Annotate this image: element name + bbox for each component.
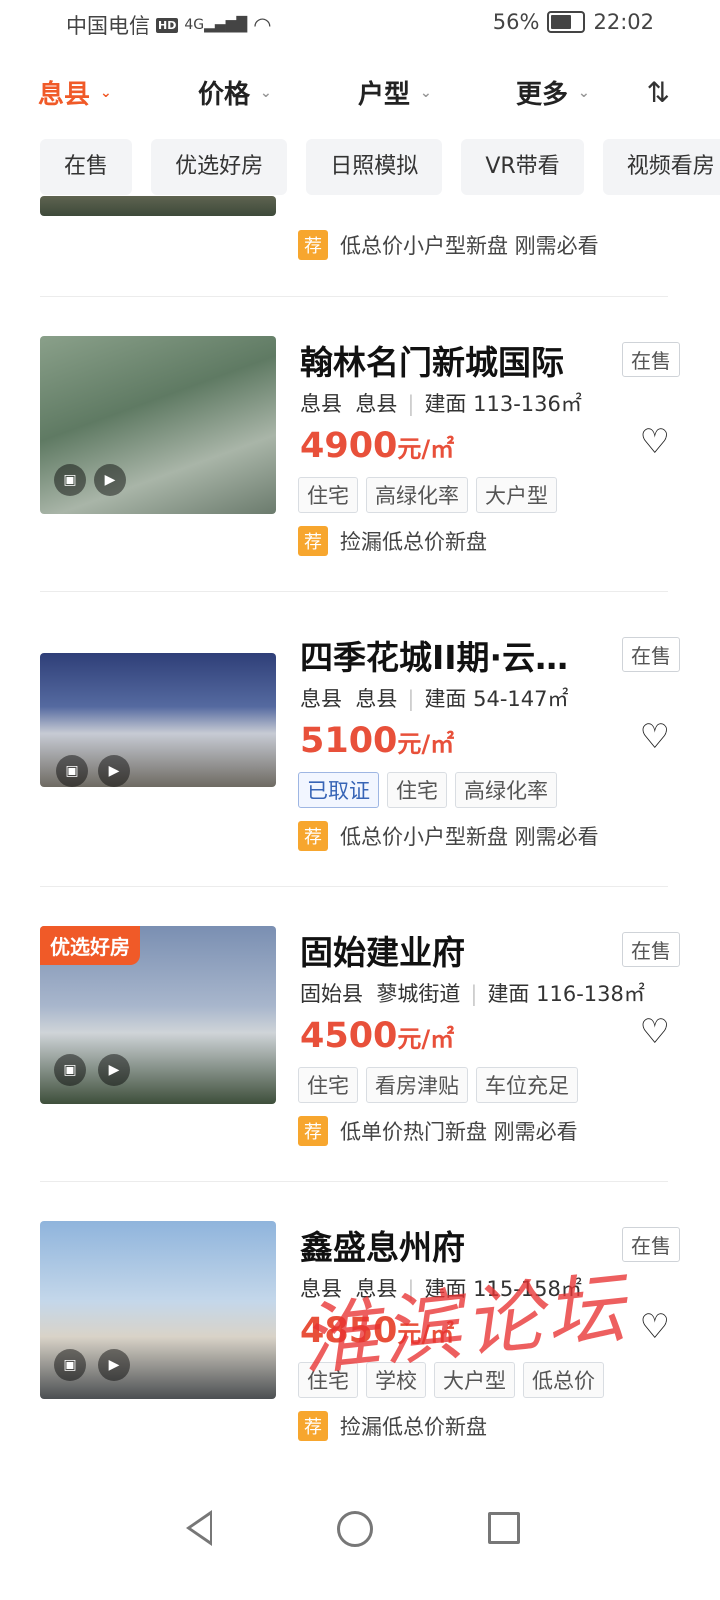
recommend-icon: 荐 [298,230,328,260]
listing-title: 四季花城II期·云竹… [300,638,600,677]
chevron-down-icon: ⌄ [100,84,112,101]
listing-card[interactable]: ▣ ▶ 四季花城II期·云竹… 在售 息县 息县 | 建面 54-147㎡ 5100… [40,631,680,861]
battery-icon [547,11,586,33]
divider [40,591,668,592]
listing-location: 固始县 蓼城街道 | 建面 116-138㎡ [300,982,645,1006]
filter-more[interactable]: 更多 ⌄ [516,74,590,111]
clock: 22:02 [593,10,654,34]
certified-tag: 已取证 [298,772,379,808]
tag: 高绿化率 [366,477,468,513]
gallery-icon: ▣ [54,1349,86,1381]
listing-price: 4900元/㎡ [300,426,455,466]
tag: 车位充足 [476,1067,578,1103]
chip-video-tour[interactable]: 视频看房 [602,139,720,195]
listing-card[interactable]: ▣ ▶ 翰林名门新城国际 在售 息县 息县 | 建面 113-136㎡ 4900元/… [40,336,680,566]
listing-price: 4500元/㎡ [300,1016,455,1056]
listing-card[interactable]: 优选好房 ▣ ▶ 固始建业府 在售 固始县 蓼城街道 | 建面 116-138㎡ 4… [40,926,680,1156]
tag: 低总价 [523,1362,604,1398]
status-badge: 在售 [622,1227,680,1262]
carrier-label: 中国电信 [66,14,150,38]
heart-icon[interactable]: ♡ [640,422,670,462]
status-badge: 在售 [622,342,680,377]
divider [40,1181,668,1182]
heart-icon[interactable]: ♡ [640,717,670,757]
sort-icon[interactable]: ⇅ [647,76,670,109]
chip-sunlight-sim[interactable]: 日照模拟 [306,139,443,195]
featured-badge: 优选好房 [40,926,140,965]
chevron-down-icon: ⌄ [578,84,590,101]
tag: 大户型 [476,477,557,513]
gallery-icon: ▣ [56,755,88,787]
divider [40,296,668,297]
listing-title: 固始建业府 [300,933,465,972]
listing-location: 息县 息县 | 建面 113-136㎡ [300,392,582,416]
chip-selected-homes[interactable]: 优选好房 [151,139,288,195]
tag: 高绿化率 [455,772,557,808]
filter-layout[interactable]: 户型 ⌄ [358,74,432,111]
tag-list: 已取证 住宅 高绿化率 [298,772,557,808]
chip-vr-tour[interactable]: VR带看 [461,139,584,195]
listing-image: 优选好房 ▣ ▶ [40,926,276,1104]
recommend-icon: 荐 [298,1411,328,1441]
quick-filter-chips: 在售 优选好房 日照模拟 VR带看 视频看房 [40,139,720,195]
tag: 住宅 [387,772,447,808]
back-icon-inner [191,1515,210,1541]
battery-percent: 56% [492,10,540,34]
home-icon[interactable] [337,1511,373,1547]
signal-icon: 4G▂▄▆█ [184,17,248,33]
listing-price: 5100元/㎡ [300,721,455,761]
recommend-line: 荐 低总价小户型新盘 刚需必看 [298,821,599,851]
recommend-icon: 荐 [298,821,328,851]
filter-price[interactable]: 价格 ⌄ [198,74,272,111]
listing-image: ▣ ▶ [40,653,276,787]
recommend-icon: 荐 [298,1116,328,1146]
recommend-icon: 荐 [298,526,328,556]
recommend-line: 荐 低单价热门新盘 刚需必看 [298,1116,578,1146]
status-badge: 在售 [622,637,680,672]
recent-apps-icon[interactable] [488,1512,520,1544]
status-bar: 中国电信 HD 4G▂▄▆█ ◠ 56% 22:02 [0,0,720,50]
listing-image: ▣ ▶ [40,1221,276,1399]
listing-image [40,196,276,216]
play-icon: ▶ [98,1349,130,1381]
listing-location: 息县 息县 | 建面 54-147㎡ [300,687,569,711]
heart-icon[interactable]: ♡ [640,1012,670,1052]
tag: 住宅 [298,1067,358,1103]
divider [40,886,668,887]
filter-location[interactable]: 息县 ⌄ [38,74,112,111]
listing-title: 翰林名门新城国际 [300,343,564,382]
chevron-down-icon: ⌄ [260,84,272,101]
play-icon: ▶ [94,464,126,496]
tag-list: 住宅 高绿化率 大户型 [298,477,557,513]
chip-on-sale[interactable]: 在售 [40,139,133,195]
listing-image: ▣ ▶ [40,336,276,514]
wifi-icon: ◠ [253,13,272,37]
heart-icon[interactable]: ♡ [640,1307,670,1347]
play-icon: ▶ [98,755,130,787]
tag: 看房津贴 [366,1067,468,1103]
gallery-icon: ▣ [54,464,86,496]
tag-list: 住宅 看房津贴 车位充足 [298,1067,578,1103]
system-nav-bar [0,1480,720,1600]
recommend-line: 荐 低总价小户型新盘 刚需必看 [298,230,599,260]
chevron-down-icon: ⌄ [420,84,432,101]
recommend-line: 荐 捡漏低总价新盘 [298,1411,487,1441]
play-icon: ▶ [98,1054,130,1086]
filter-bar: 息县 ⌄ 价格 ⌄ 户型 ⌄ 更多 ⌄ ⇅ [0,60,720,120]
listing-card-partial[interactable]: 荐 低总价小户型新盘 刚需必看 [40,196,680,276]
hd-icon: HD [156,17,179,33]
tag: 住宅 [298,477,358,513]
gallery-icon: ▣ [54,1054,86,1086]
status-badge: 在售 [622,932,680,967]
recommend-line: 荐 捡漏低总价新盘 [298,526,487,556]
